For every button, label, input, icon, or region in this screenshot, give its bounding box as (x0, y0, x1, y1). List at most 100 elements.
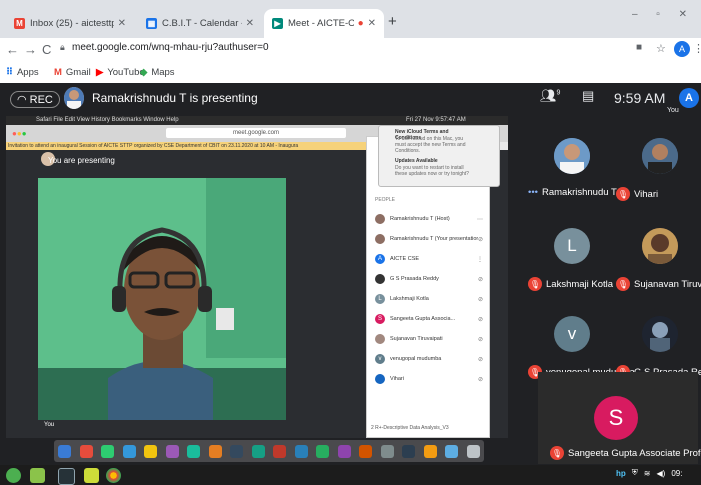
chat-icon[interactable]: ▤ (582, 88, 594, 104)
file-label: 2 R+-Descriptive Data Analysis_V3 (371, 425, 449, 431)
safari-url: meet.google.com (166, 128, 346, 138)
bookmark-youtube[interactable]: ▶ YouTube (96, 67, 145, 78)
avatar: L (554, 228, 590, 264)
people-icon[interactable]: 👥︎9 (540, 88, 560, 104)
youtube-icon: ▶ (96, 67, 104, 78)
app-icon (380, 444, 394, 458)
app-icon (402, 444, 416, 458)
participant-tile[interactable]: L 🎙︎ Lakshmaji Kotla (528, 228, 616, 303)
app-icon (445, 444, 459, 458)
avatar (375, 374, 385, 384)
mic-off-icon: ⊘ (477, 356, 483, 363)
shield-icon: ⛨ (631, 468, 638, 477)
participant-row[interactable]: Ramakrishnudu T (Host) ⋯ (367, 209, 489, 229)
finder-icon (58, 444, 72, 458)
avatar: v (554, 316, 590, 352)
files-icon[interactable] (84, 468, 99, 483)
mic-off-icon: 🎙︎ (616, 187, 630, 201)
taskbar-app-icon[interactable] (30, 468, 45, 483)
address-bar[interactable]: meet.google.com/wnq-mhau-rju?authuser=0 (72, 42, 269, 53)
mac-dock (54, 440, 484, 462)
app-icon (122, 444, 136, 458)
app-icon (230, 444, 244, 458)
more-icon[interactable]: ⋮ (477, 256, 483, 263)
close-tab-icon[interactable]: ✕ (246, 18, 254, 29)
recording-indicator: ◠ REC (10, 91, 60, 108)
chrome-icon[interactable] (106, 468, 121, 483)
app-icon (359, 444, 373, 458)
mic-off-icon: 🎙︎ (616, 277, 630, 291)
person-photo-icon (64, 87, 84, 109)
mic-off-icon: 🎙︎ (550, 446, 564, 460)
bookmark-gmail[interactable]: M Gmail (54, 67, 91, 78)
more-icon[interactable]: ⋯ (477, 216, 483, 223)
bookmarks-bar: ⠿ Apps M Gmail ▶ YouTube ◆ Maps (0, 64, 701, 84)
participant-row[interactable]: Vihari ⊘ (367, 369, 489, 389)
window-controls[interactable]: – ▫ ✕ (632, 9, 695, 20)
calendar-icon: ▦ (146, 18, 157, 29)
person-photo-icon (554, 138, 590, 174)
avatar: L (375, 294, 385, 304)
menu-icon[interactable]: ⋮ (693, 42, 701, 55)
back-icon[interactable]: ← (6, 42, 19, 57)
avatar (642, 316, 678, 352)
meeting-clock: 9:59 AM (614, 90, 666, 106)
meet-icon: ▶ (272, 18, 283, 29)
participant-row[interactable]: G S Prasada Reddy ⊘ (367, 269, 489, 289)
presenter-video-icon (38, 178, 286, 420)
participant-row[interactable]: L Lakshmaji Kotla ⊘ (367, 289, 489, 309)
app-icon (208, 444, 222, 458)
mic-off-icon: ⊘ (477, 336, 483, 343)
forward-icon[interactable]: → (24, 42, 37, 57)
bookmark-apps[interactable]: ⠿ Apps (6, 67, 39, 78)
participant-row[interactable]: Ramakrishnudu T (Your presentation) ⊘ (367, 229, 489, 249)
participant-row[interactable]: A AICTE CSE ⋮ (367, 249, 489, 269)
presenter-avatar (64, 87, 84, 109)
system-notification[interactable]: New iCloud Terms and Conditions To use i… (378, 125, 500, 187)
presenter-camera-feed (38, 178, 286, 420)
tile-name: 🎙︎ Lakshmaji Kotla (528, 277, 614, 291)
participant-row[interactable]: Sujanavan Tiruvaipati ⊘ (367, 329, 489, 349)
participant-tile[interactable]: ••• Ramakrishnudu T (528, 138, 617, 213)
start-icon[interactable] (6, 468, 21, 483)
participant-tile[interactable]: 🎙︎ Vihari (616, 138, 701, 213)
camera-indicator-icon[interactable]: ■ (636, 42, 642, 53)
apps-icon: ⠿ (6, 67, 13, 78)
participant-row[interactable]: S Sangeeta Gupta Associa... ⊘ (367, 309, 489, 329)
bookmark-maps[interactable]: ◆ Maps (140, 67, 175, 78)
app-icon (187, 444, 201, 458)
trash-icon (466, 444, 480, 458)
app-icon (251, 444, 265, 458)
self-label: You (667, 107, 679, 114)
app-icon (101, 444, 115, 458)
tile-name: 🎙︎ Vihari (616, 187, 659, 201)
tab-calendar[interactable]: ▦ C.B.I.T - Calendar - Friday, Nov ✕ (138, 9, 262, 38)
app-icon (337, 444, 351, 458)
tab-gmail[interactable]: M Inbox (25) - aictesttp_cse@cb ✕ (6, 9, 134, 38)
participant-tile[interactable]: 🎙︎Sujanavan Tiruvayi... (616, 228, 701, 303)
traffic-lights-icon: ●●● (12, 129, 27, 138)
star-icon[interactable]: ☆ (656, 42, 666, 55)
maps-icon: ◆ (140, 67, 148, 78)
avatar: S (375, 314, 385, 324)
you-presenting-label: You are presenting (48, 156, 115, 165)
lock-icon: 🔒︎ (60, 42, 65, 52)
gmail-icon: M (14, 18, 25, 29)
avatar (642, 228, 678, 264)
terminal-icon[interactable] (58, 468, 75, 485)
new-tab-button[interactable]: + (388, 13, 397, 30)
profile-avatar[interactable]: A (674, 41, 690, 57)
avatar: S (594, 396, 638, 440)
avatar (375, 234, 385, 244)
app-icon (144, 444, 158, 458)
mic-off-icon: ⊘ (477, 316, 483, 323)
avatar: v (375, 354, 385, 364)
participant-row[interactable]: v venugopal mudumba ⊘ (367, 349, 489, 369)
tile-name: 🎙︎Sujanavan Tiruvayi... (616, 277, 701, 291)
gmail-icon: M (54, 67, 62, 78)
self-avatar[interactable]: A (679, 88, 699, 108)
tab-meet[interactable]: ▶ Meet - AICTE-Online STTP ● ✕ (264, 9, 384, 38)
close-tab-icon[interactable]: ✕ (118, 18, 126, 29)
close-tab-icon[interactable]: ✕ (368, 18, 376, 29)
reload-icon[interactable]: C (42, 42, 51, 57)
